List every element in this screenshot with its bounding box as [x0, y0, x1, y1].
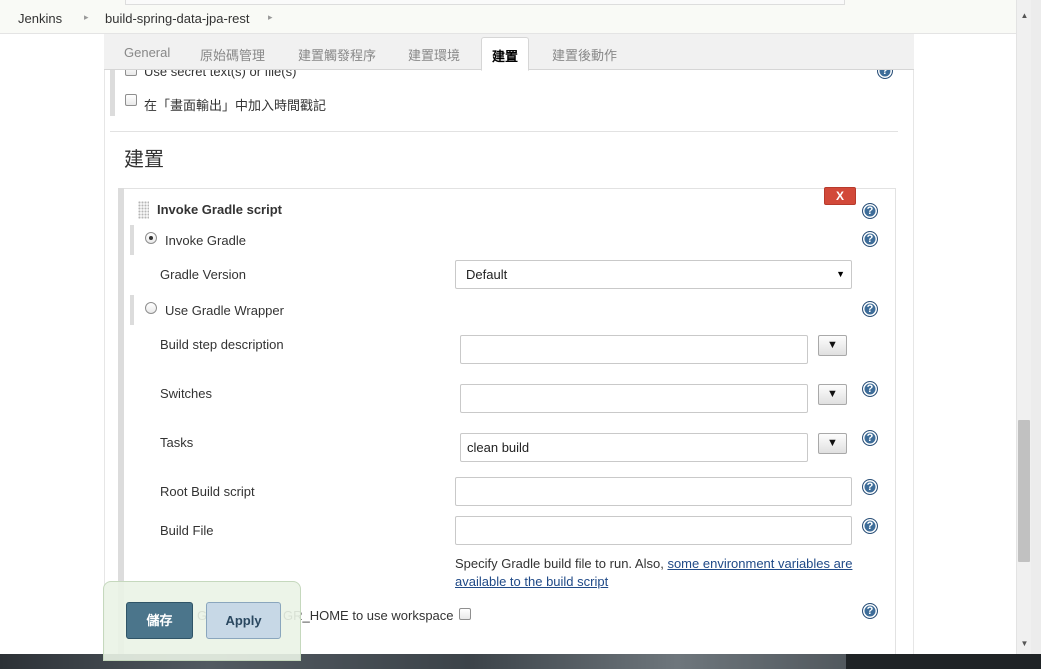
build-file-description: Specify Gradle build file to run. Also, …	[455, 555, 855, 591]
section-indent-bar	[110, 70, 115, 116]
tab-source-code-management[interactable]: 原始碼管理	[200, 45, 265, 64]
use-gradle-wrapper-radio[interactable]	[145, 302, 157, 314]
vertical-scrollbar[interactable]: ▲ ▼	[1016, 0, 1031, 654]
delete-builder-button[interactable]: X	[824, 187, 856, 205]
tab-post-build-actions[interactable]: 建置後動作	[552, 45, 617, 64]
breadcrumb-separator-icon: ▸	[84, 12, 89, 22]
help-icon[interactable]: ?	[862, 430, 878, 446]
build-step-input[interactable]	[460, 335, 808, 364]
build-step-label: Build step description	[160, 337, 284, 352]
gradle-version-label: Gradle Version	[160, 267, 246, 282]
help-icon[interactable]: ?	[862, 301, 878, 317]
breadcrumb-jenkins[interactable]: Jenkins	[18, 11, 62, 26]
help-icon[interactable]: ?	[862, 603, 878, 619]
drag-handle-icon[interactable]	[138, 201, 149, 219]
tasks-label: Tasks	[160, 435, 194, 450]
breadcrumb-job[interactable]: build-spring-data-jpa-rest	[105, 11, 250, 26]
build-file-description-text: Specify Gradle build file to run. Also,	[455, 556, 668, 571]
scroll-thumb[interactable]	[1018, 420, 1030, 562]
tab-build-triggers[interactable]: 建置觸發程序	[298, 45, 376, 64]
expand-tasks-button[interactable]: ▼	[818, 433, 847, 454]
dropdown-edge	[125, 0, 845, 5]
breadcrumb: Jenkins ▸ build-spring-data-jpa-rest ▸	[0, 0, 1016, 34]
help-icon[interactable]: ?	[862, 518, 878, 534]
radio-indent-bar	[130, 295, 134, 325]
gradle-home-label: GR_HOME to use workspace	[283, 608, 454, 623]
switches-label: Switches	[160, 386, 213, 401]
section-title-build: 建置	[124, 149, 164, 171]
build-file-input[interactable]	[455, 516, 852, 545]
window-edge	[1031, 0, 1041, 669]
scroll-down-icon[interactable]: ▼	[1017, 636, 1032, 652]
tab-general[interactable]: General	[124, 45, 170, 60]
invoke-gradle-radio[interactable]	[145, 232, 157, 244]
gradle-home-checkbox[interactable]	[459, 608, 471, 620]
expand-build-step-button[interactable]: ▼	[818, 335, 847, 356]
tasks-input[interactable]	[460, 433, 808, 462]
tab-build[interactable]: 建置	[481, 37, 530, 71]
gradle-version-select[interactable]: Default ▼	[455, 260, 852, 289]
apply-button[interactable]: Apply	[206, 602, 281, 639]
help-icon[interactable]: ?	[862, 203, 878, 219]
gradle-version-value: Default	[466, 267, 508, 282]
config-tabs: General 原始碼管理 建置觸發程序 建置環境 建置 建置後動作	[104, 34, 914, 71]
builder-title: Invoke Gradle script	[157, 202, 282, 217]
expand-switches-button[interactable]: ▼	[818, 384, 847, 405]
breadcrumb-separator-icon: ▸	[268, 12, 273, 22]
root-build-script-input[interactable]	[455, 477, 852, 506]
timestamp-checkbox[interactable]	[125, 94, 137, 106]
invoke-gradle-label: Invoke Gradle	[165, 233, 246, 248]
desktop-background-dark	[846, 654, 1041, 669]
chevron-down-icon: ▼	[836, 269, 845, 279]
use-gradle-wrapper-label: Use Gradle Wrapper	[165, 303, 284, 318]
help-icon[interactable]: ?	[862, 381, 878, 397]
radio-indent-bar	[130, 225, 134, 255]
help-icon[interactable]: ?	[862, 479, 878, 495]
help-icon[interactable]: ?	[862, 231, 878, 247]
save-button[interactable]: 儲存	[126, 602, 193, 639]
section-divider	[110, 131, 898, 132]
build-file-label: Build File	[160, 523, 214, 538]
root-build-script-label: Root Build script	[160, 484, 255, 499]
tab-build-environment[interactable]: 建置環境	[408, 45, 460, 64]
switches-input[interactable]	[460, 384, 808, 413]
timestamp-label: 在「畫面輸出」中加入時間戳記	[144, 98, 327, 113]
scroll-up-icon[interactable]: ▲	[1017, 8, 1032, 24]
